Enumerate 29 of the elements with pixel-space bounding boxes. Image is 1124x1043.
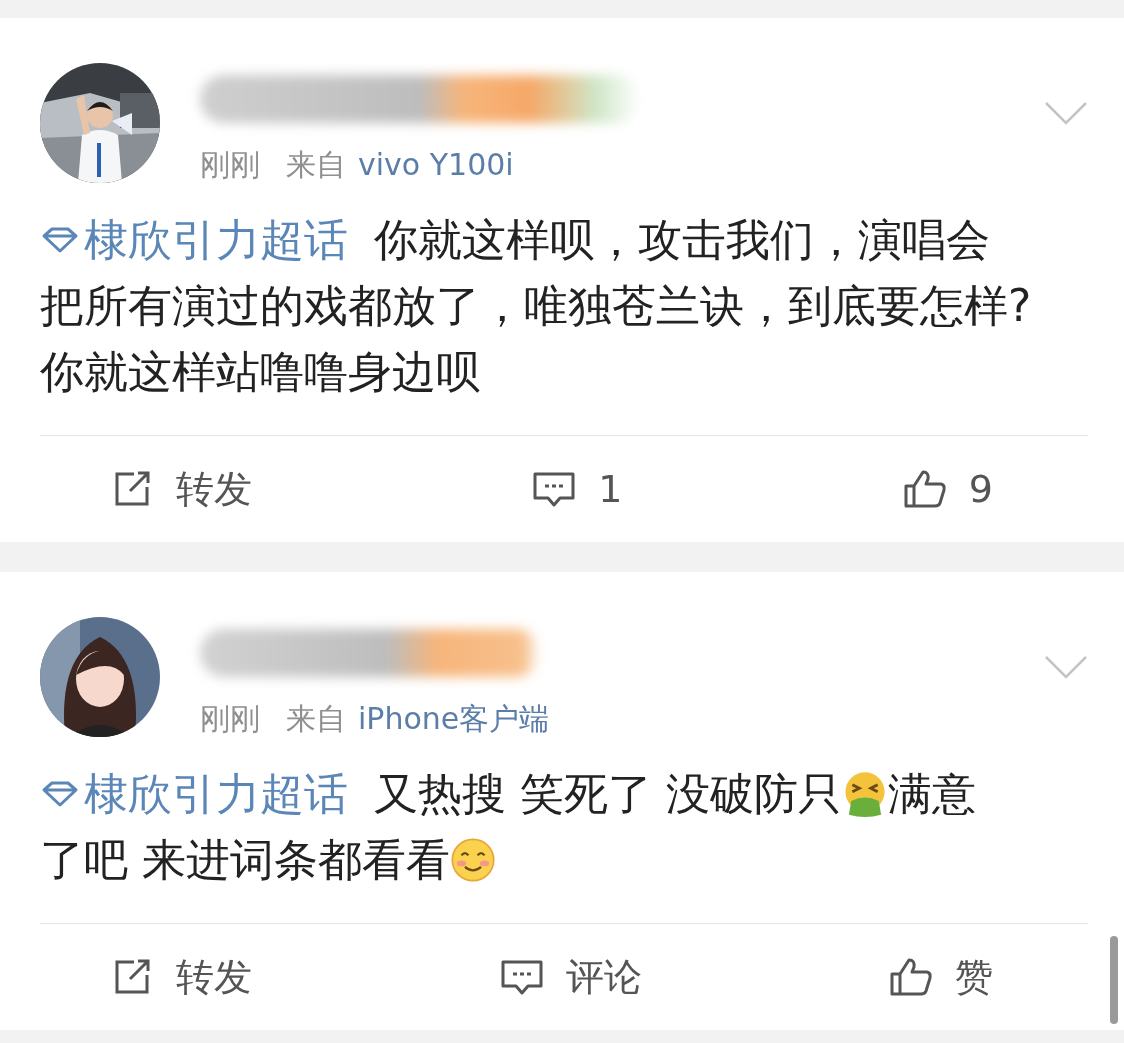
post-text: 又热搜 笑死了 没破防只 [374, 767, 842, 821]
comment-button[interactable]: 评论 [499, 951, 642, 1003]
repost-button[interactable]: 转发 [110, 463, 252, 515]
post-text: 你就这样呗，攻击我们，演唱会 [374, 213, 990, 267]
vomit-emoji-icon [842, 771, 888, 817]
post-time: 刚刚 [200, 146, 260, 184]
thumbs-up-icon [889, 957, 933, 997]
topic-link[interactable]: 棣欣引力超话 [40, 761, 348, 827]
like-button[interactable]: 9 [902, 467, 993, 511]
source-label: 来自 [286, 700, 346, 738]
post-text: 了吧 来进词条都看看 [40, 833, 450, 887]
scrollbar[interactable] [1110, 936, 1118, 1024]
chevron-down-icon[interactable] [1044, 101, 1088, 125]
post-time: 刚刚 [200, 700, 260, 738]
source-label: 来自 [286, 146, 346, 184]
source-link[interactable]: iPhone客户端 [358, 699, 550, 739]
post-text: 你就这样站噜噜身边呗 [40, 345, 480, 399]
post-text: 满意 [888, 767, 976, 821]
diamond-icon [40, 779, 80, 809]
repost-button[interactable]: 转发 [110, 951, 252, 1003]
chevron-down-icon[interactable] [1044, 655, 1088, 679]
diamond-icon [40, 225, 80, 255]
thumbs-up-icon [902, 469, 947, 509]
topic-link[interactable]: 棣欣引力超话 [40, 207, 348, 273]
comment-button[interactable]: 1 [532, 467, 623, 511]
smile-emoji-icon [450, 837, 496, 883]
post-text: 把所有演过的戏都放了，唯独苍兰诀，到底要怎样? [40, 279, 1032, 333]
like-button[interactable]: 赞 [889, 951, 993, 1003]
source-link[interactable]: vivo Y100i [358, 145, 514, 185]
